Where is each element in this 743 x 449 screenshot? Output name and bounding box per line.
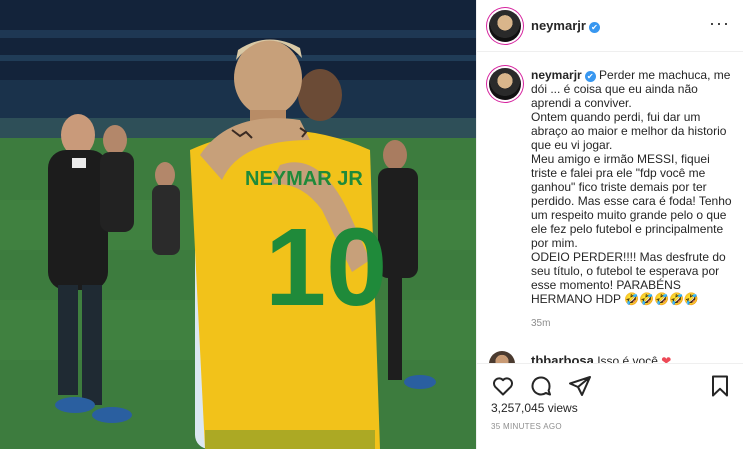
author-avatar[interactable] bbox=[489, 10, 521, 42]
red-heart-icon: ❤ bbox=[661, 354, 672, 363]
comment-item: tbbarbosa Isso é você ❤ bbox=[489, 351, 739, 363]
caption-line-4: ODEIO PERDER!!!! Mas desfrute do seu tít… bbox=[531, 250, 730, 306]
instagram-post-modal: NEYMAR JR 10 neymarjr ✔ ··· neymarjr ✔ Per… bbox=[0, 0, 743, 449]
jersey-name: NEYMAR JR bbox=[245, 168, 363, 190]
caption-line-2: Ontem quando perdi, fui dar um abraço ao… bbox=[531, 110, 730, 152]
commenter-username[interactable]: tbbarbosa bbox=[531, 353, 594, 363]
caption-verified-icon: ✔ bbox=[584, 71, 596, 82]
more-options-icon[interactable]: ··· bbox=[709, 14, 730, 32]
jersey-number: 10 bbox=[265, 206, 387, 329]
bookmark-icon[interactable] bbox=[708, 374, 732, 398]
author-name-block: neymarjr ✔ bbox=[531, 17, 600, 35]
caption-username[interactable]: neymarjr bbox=[531, 68, 582, 82]
post-caption: neymarjr ✔ Perder me machuca, me dói ... … bbox=[489, 68, 739, 329]
post-video[interactable]: NEYMAR JR 10 bbox=[0, 0, 476, 449]
caption-avatar[interactable] bbox=[489, 68, 521, 100]
caption-text: neymarjr ✔ Perder me machuca, me dói ... … bbox=[531, 68, 739, 306]
comments-section[interactable]: neymarjr ✔ Perder me machuca, me dói ... … bbox=[477, 53, 743, 363]
post-side-panel: neymarjr ✔ ··· neymarjr ✔ Perder me machuc… bbox=[476, 0, 743, 449]
post-actions: 3,257,045 views 35 MINUTES AGO bbox=[477, 363, 743, 449]
comment-icon[interactable] bbox=[529, 374, 553, 398]
caption-line-3: Meu amigo e irmão MESSI, fiquei triste e… bbox=[531, 152, 735, 250]
posted-time[interactable]: 35 MINUTES AGO bbox=[491, 422, 562, 431]
video-frame: NEYMAR JR 10 bbox=[0, 0, 476, 449]
heart-icon[interactable] bbox=[491, 374, 515, 398]
verified-badge-icon: ✔ bbox=[588, 22, 600, 33]
post-header: neymarjr ✔ ··· bbox=[477, 0, 743, 52]
action-icons bbox=[491, 374, 602, 398]
commenter-avatar[interactable] bbox=[489, 351, 515, 363]
author-username[interactable]: neymarjr bbox=[531, 18, 586, 33]
view-count[interactable]: 3,257,045 views bbox=[491, 401, 578, 415]
caption-timestamp[interactable]: 35m bbox=[531, 318, 739, 329]
caption-line-1: neymarjr ✔ Perder me machuca, me dói ... … bbox=[531, 68, 734, 110]
comment-text: tbbarbosa Isso é você ❤ bbox=[531, 353, 671, 363]
share-icon[interactable] bbox=[568, 374, 592, 398]
